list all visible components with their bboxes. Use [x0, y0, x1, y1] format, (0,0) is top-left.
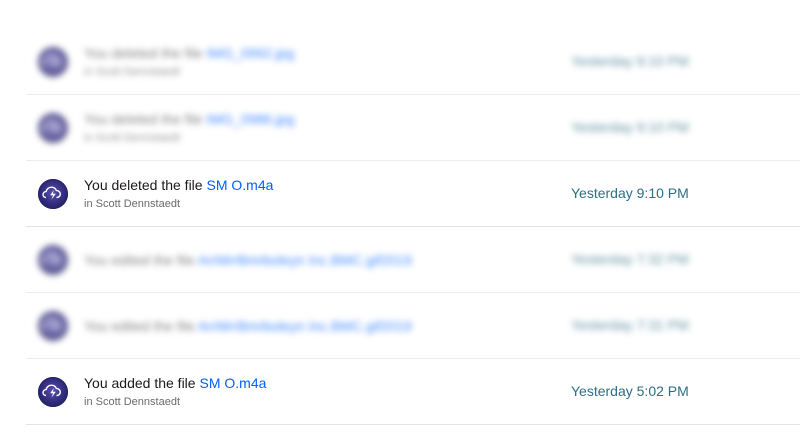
activity-location: in Scott Dennstaedt	[84, 132, 181, 144]
activity-row: You deleted the file SM O.m4a in Scott D…	[26, 161, 800, 227]
activity-row: You added the file SM O.m4a in Scott Den…	[26, 359, 800, 425]
activity-timestamp: Yesterday 9:10 PM	[571, 119, 689, 135]
activity-description: You deleted the file IMG_0992.jpg	[84, 44, 294, 62]
activity-row: You edited the file ArrMrrBmrboleyn Inc.…	[26, 227, 800, 293]
activity-description: You edited the file ArrMrrBmrboleyn Inc.…	[84, 251, 412, 269]
lightning-cloud-icon	[38, 179, 68, 209]
file-link[interactable]: IMG_0992.jpg	[206, 45, 294, 61]
action-text: You edited the file	[84, 252, 195, 268]
activity-timestamp: Yesterday 7:32 PM	[571, 251, 689, 267]
file-link[interactable]: SM O.m4a	[206, 177, 273, 193]
activity-feed: You deleted the file IMG_0992.jpg in Sco…	[0, 0, 800, 433]
activity-description: You added the file SM O.m4a	[84, 374, 266, 392]
action-text: You deleted the file	[84, 111, 203, 127]
file-link[interactable]: SM O.m4a	[199, 375, 266, 391]
activity-timestamp: Yesterday 5:02 PM	[571, 383, 689, 399]
activity-description: You deleted the file IMG_0986.jpg	[84, 110, 294, 128]
lightning-cloud-icon	[38, 245, 68, 275]
file-link[interactable]: ArrMrrBmrboleyn Inc.BMC.gif2019	[198, 318, 412, 334]
action-text: You edited the file	[84, 318, 195, 334]
action-text: You added the file	[84, 375, 196, 391]
activity-description: You deleted the file SM O.m4a	[84, 176, 273, 194]
file-link[interactable]: ArrMrrBmrboleyn Inc.BMC.gif2019	[198, 252, 412, 268]
activity-row: You edited the file ArrMrrBmrboleyn Inc.…	[26, 293, 800, 359]
activity-row: You deleted the file IMG_0992.jpg in Sco…	[26, 29, 800, 95]
lightning-cloud-icon	[38, 377, 68, 407]
activity-location: in Scott Dennstaedt	[84, 396, 181, 408]
action-text: You deleted the file	[84, 177, 203, 193]
activity-timestamp: Yesterday 9:10 PM	[571, 185, 689, 201]
lightning-cloud-icon	[38, 47, 68, 77]
file-link[interactable]: IMG_0986.jpg	[206, 111, 294, 127]
activity-timestamp: Yesterday 9:10 PM	[571, 53, 689, 69]
action-text: You deleted the file	[84, 45, 203, 61]
activity-location: in Scott Dennstaedt	[84, 198, 181, 210]
activity-description: You edited the file ArrMrrBmrboleyn Inc.…	[84, 317, 412, 335]
activity-row: You deleted the file IMG_0986.jpg in Sco…	[26, 95, 800, 161]
lightning-cloud-icon	[38, 311, 68, 341]
lightning-cloud-icon	[38, 113, 68, 143]
activity-location: in Scott Dennstaedt	[84, 66, 181, 78]
activity-timestamp: Yesterday 7:31 PM	[571, 317, 689, 333]
